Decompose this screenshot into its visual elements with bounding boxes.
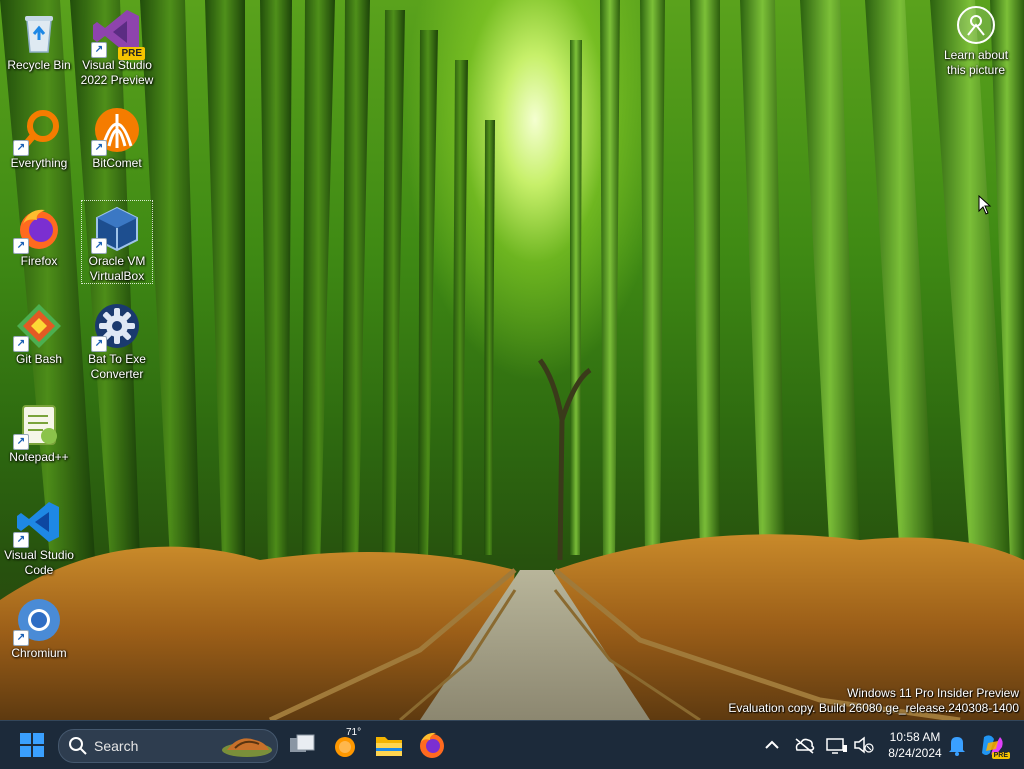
desktop-icon-chromium[interactable]: ↗ Chromium xyxy=(1,590,77,661)
firefox-icon: ↗ xyxy=(13,204,63,254)
clock-time: 10:58 AM xyxy=(889,730,941,744)
shortcut-arrow-icon: ↗ xyxy=(91,42,107,58)
firefox-icon xyxy=(420,732,444,758)
speaker-muted-icon xyxy=(854,736,874,754)
onedrive-status-button[interactable] xyxy=(792,729,816,761)
desktop-icon-recycle-bin[interactable]: Recycle Bin xyxy=(1,2,77,73)
notepad-plus-plus-icon: ↗ xyxy=(13,400,63,450)
bell-icon xyxy=(949,737,965,756)
desktop-icon-label: Firefox xyxy=(20,254,58,268)
shortcut-arrow-icon: ↗ xyxy=(91,336,107,352)
spotlight-icon xyxy=(957,6,995,44)
network-icon xyxy=(826,738,847,754)
watermark-line-1: Windows 11 Pro Insider Preview xyxy=(847,686,1019,700)
widgets-weather-button[interactable]: 71° xyxy=(330,727,362,761)
firefox-taskbar-button[interactable] xyxy=(416,729,448,761)
desktop-icon-firefox[interactable]: ↗ Firefox xyxy=(1,198,77,269)
system-clock[interactable]: 10:58 AM 8/24/2024 xyxy=(880,729,950,761)
search-placeholder: Search xyxy=(94,738,139,754)
search-icon xyxy=(69,737,87,755)
shortcut-arrow-icon: ↗ xyxy=(13,238,29,254)
desktop-icon-label: Bat To Exe Converter xyxy=(88,352,146,381)
watermark-line-2: Evaluation copy. Build 26080.ge_release.… xyxy=(728,701,1019,715)
volume-button[interactable] xyxy=(852,729,876,761)
desktop-icon-label: Chromium xyxy=(11,646,67,660)
desktop-icon-notepad-plus-plus[interactable]: ↗ Notepad++ xyxy=(1,394,77,465)
shortcut-arrow-icon: ↗ xyxy=(13,434,29,450)
mouse-cursor-icon xyxy=(978,194,992,220)
folder-icon xyxy=(376,737,402,756)
desktop-icon-vs-code[interactable]: ↗ Visual Studio Code xyxy=(1,492,77,578)
virtualbox-icon: ↗ xyxy=(91,204,141,254)
learn-about-label: Learn about this picture xyxy=(943,48,1009,77)
desktop-icon-label: Notepad++ xyxy=(9,450,69,464)
clock-date: 8/24/2024 xyxy=(888,746,942,760)
evaluation-watermark: Windows 11 Pro Insider Preview Evaluatio… xyxy=(728,686,1019,716)
desktop-icon-label: Everything xyxy=(10,156,68,170)
desktop-icon-bat-to-exe-converter[interactable]: ↗ Bat To Exe Converter xyxy=(79,296,155,382)
desktop-icon-everything[interactable]: ↗ Everything xyxy=(1,100,77,171)
network-button[interactable] xyxy=(824,729,848,761)
desktop-icon-label: BitComet xyxy=(92,156,142,170)
task-view-icon xyxy=(290,734,315,752)
copilot-button[interactable]: PRE xyxy=(976,729,1010,761)
shortcut-arrow-icon: ↗ xyxy=(91,140,107,156)
shortcut-arrow-icon: ↗ xyxy=(13,630,29,646)
taskbar-search-box[interactable]: Search xyxy=(58,729,278,763)
desktop-icon-bitcomet[interactable]: ↗ BitComet xyxy=(79,100,155,171)
chevron-up-icon xyxy=(765,740,779,749)
taskbar: Search 71° 10:58 AM 8/24/2024 PRE xyxy=(0,720,1024,769)
recycle-bin-icon xyxy=(15,8,63,56)
desktop-icon-oracle-vm-virtualbox[interactable]: ↗ Oracle VM VirtualBox xyxy=(79,198,155,284)
chromium-icon: ↗ xyxy=(13,596,63,646)
copilot-pre-badge: PRE xyxy=(991,752,1010,759)
shortcut-arrow-icon: ↗ xyxy=(13,336,29,352)
shortcut-arrow-icon: ↗ xyxy=(13,532,29,548)
shortcut-arrow-icon: ↗ xyxy=(13,140,29,156)
notifications-button[interactable] xyxy=(946,729,968,761)
desktop-icon-label: Recycle Bin xyxy=(7,58,71,72)
cloud-offline-icon xyxy=(795,738,815,754)
bitcomet-icon: ↗ xyxy=(91,106,141,156)
weather-temperature: 71° xyxy=(346,727,362,738)
gear-icon: ↗ xyxy=(91,302,141,352)
desktop-icon-label: Visual Studio 2022 Preview xyxy=(80,58,154,87)
everything-search-icon: ↗ xyxy=(13,106,63,156)
show-hidden-icons-button[interactable] xyxy=(760,729,784,761)
task-view-button[interactable] xyxy=(286,729,318,761)
start-button[interactable] xyxy=(16,729,48,761)
desktop-icon-git-bash[interactable]: ↗ Git Bash xyxy=(1,296,77,367)
search-highlight-icon xyxy=(222,738,272,757)
vs-code-icon: ↗ xyxy=(13,498,63,548)
file-explorer-button[interactable] xyxy=(373,729,405,761)
desktop-icon-label: Git Bash xyxy=(15,352,63,366)
shortcut-arrow-icon: ↗ xyxy=(91,238,107,254)
preview-badge: PRE xyxy=(118,47,145,60)
windows-logo-icon xyxy=(20,733,44,757)
desktop-icon-label: Visual Studio Code xyxy=(4,548,74,577)
desktop-icon-visual-studio-2022-preview[interactable]: ↗ PRE Visual Studio 2022 Preview xyxy=(79,2,155,88)
git-bash-icon: ↗ xyxy=(13,302,63,352)
learn-about-picture[interactable]: Learn about this picture xyxy=(936,6,1016,78)
visual-studio-icon: ↗ PRE xyxy=(91,8,145,60)
